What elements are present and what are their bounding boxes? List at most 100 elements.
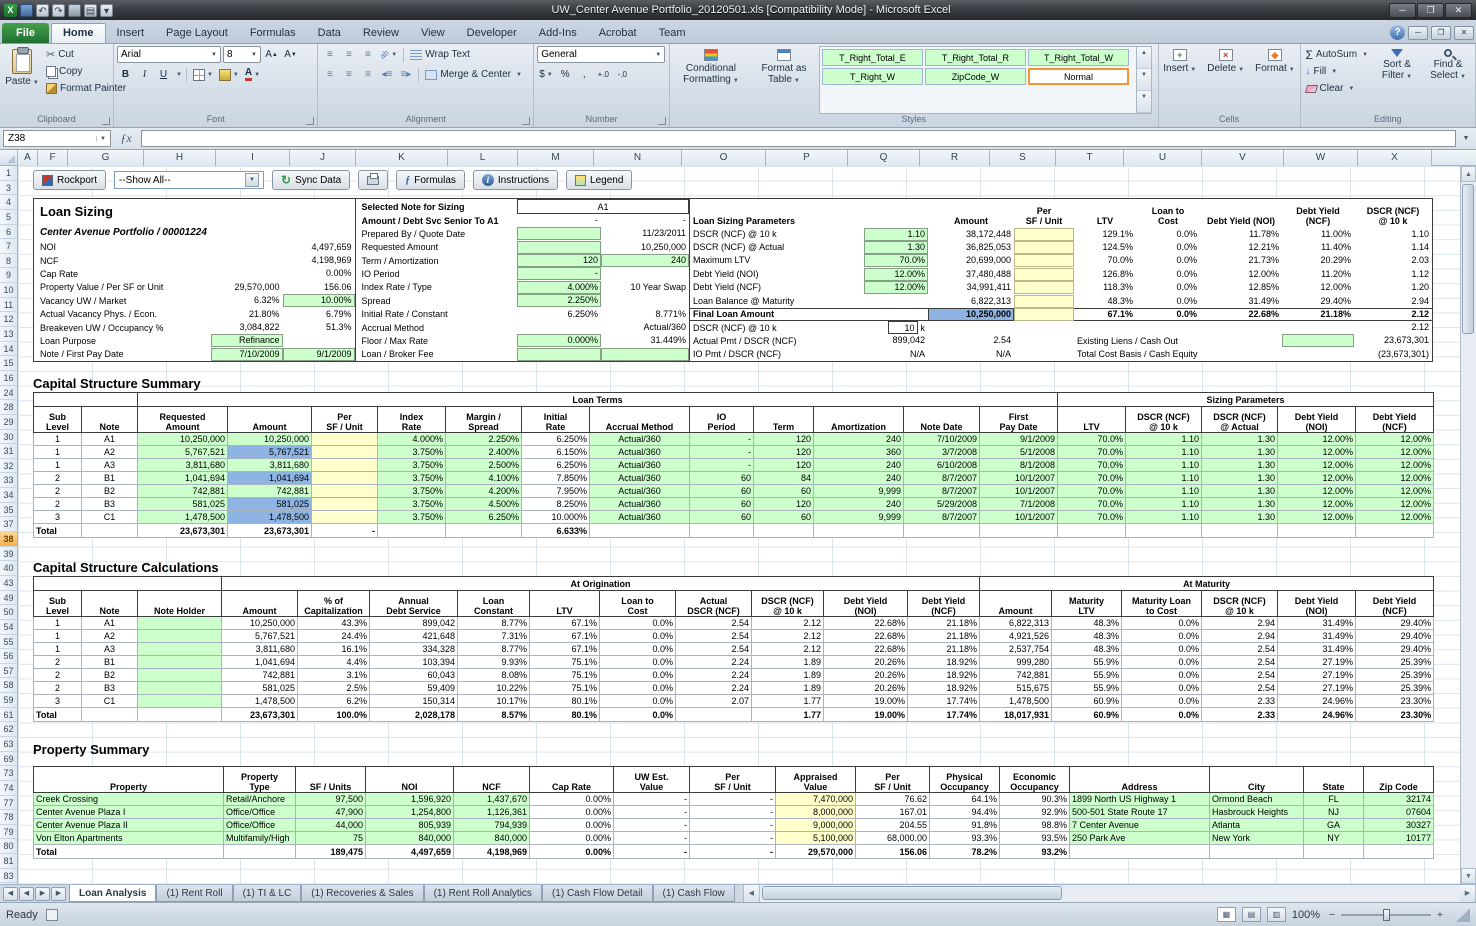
- scroll-down-icon[interactable]: ▼: [1461, 868, 1476, 884]
- cell[interactable]: 0.0%: [599, 642, 677, 656]
- cell[interactable]: 36,825,053: [928, 241, 1014, 254]
- cell[interactable]: 3.750%: [377, 458, 446, 472]
- cell[interactable]: 7/10/2009: [210, 347, 283, 361]
- cell[interactable]: 8/7/2007: [903, 471, 980, 485]
- cell[interactable]: 805,939: [365, 818, 454, 832]
- cell[interactable]: DSCR (NCF) @ 10 k: [690, 228, 864, 241]
- cell[interactable]: 11.20%: [1282, 268, 1354, 281]
- row-header-59[interactable]: 59: [0, 693, 17, 708]
- ribbon-tab-formulas[interactable]: Formulas: [239, 24, 307, 43]
- cell[interactable]: N/A: [864, 348, 928, 361]
- cell[interactable]: -: [517, 267, 601, 281]
- cell[interactable]: 124.5%: [1074, 241, 1136, 254]
- font-family-select[interactable]: Arial ▼: [117, 46, 221, 63]
- cell[interactable]: 12.00%: [1277, 432, 1357, 446]
- cell[interactable]: 1.30: [1201, 458, 1279, 472]
- cell[interactable]: 2: [33, 484, 82, 498]
- cell[interactable]: 1899 North US Highway 1: [1069, 792, 1210, 806]
- cell[interactable]: 1.12: [1354, 268, 1432, 281]
- cell[interactable]: Debt Yield (NOI): [690, 268, 864, 281]
- cell[interactable]: 3.750%: [377, 484, 446, 498]
- cell[interactable]: [311, 510, 378, 524]
- vertical-scrollbar[interactable]: ▲ ▼: [1460, 166, 1476, 884]
- sheet-tab-1-rent-roll-analytics[interactable]: (1) Rent Roll Analytics: [423, 885, 542, 902]
- row-header-1[interactable]: 1: [0, 166, 17, 181]
- cell[interactable]: 1,437,670: [453, 792, 530, 806]
- cell[interactable]: 742,881: [137, 484, 228, 498]
- ribbon-tab-add-ins[interactable]: Add-Ins: [528, 24, 588, 43]
- cell[interactable]: 12.00%: [1355, 458, 1435, 472]
- row-header-11[interactable]: 11: [0, 298, 17, 313]
- cell[interactable]: 4.4%: [297, 655, 371, 669]
- row-header-50[interactable]: 50: [0, 605, 17, 620]
- cell[interactable]: 2.94: [1354, 295, 1432, 308]
- cell[interactable]: [211, 267, 283, 280]
- align-top-button[interactable]: ≡: [321, 46, 338, 63]
- total-cell[interactable]: [1277, 523, 1357, 538]
- cell[interactable]: 12.00%: [1277, 458, 1357, 472]
- cell[interactable]: 12.00%: [1355, 445, 1435, 459]
- cell[interactable]: 10: [887, 321, 918, 335]
- cell[interactable]: B1: [81, 655, 138, 669]
- cell[interactable]: 1.30: [1201, 445, 1279, 459]
- cell[interactable]: 0.000%: [517, 334, 601, 348]
- cell[interactable]: 3.750%: [377, 510, 446, 524]
- row-header-3[interactable]: 3: [0, 181, 17, 196]
- font-size-select[interactable]: 8 ▼: [223, 46, 261, 63]
- cell[interactable]: 2.94: [1201, 629, 1279, 643]
- cell[interactable]: 10,250,000: [227, 432, 312, 446]
- cell[interactable]: [1014, 241, 1074, 255]
- row-header-9[interactable]: 9: [0, 268, 17, 284]
- cell[interactable]: 70.0%: [1057, 497, 1127, 511]
- cell[interactable]: [517, 321, 601, 334]
- cell[interactable]: 70.0%: [1057, 484, 1127, 498]
- previous-sheet-icon[interactable]: ◀: [19, 886, 34, 901]
- total-cell[interactable]: [978, 523, 1059, 538]
- cell[interactable]: Actual/360: [589, 458, 690, 472]
- cell[interactable]: 2.54: [1201, 681, 1279, 695]
- row-header-29[interactable]: 29: [0, 415, 17, 430]
- row-header-16[interactable]: 16: [0, 371, 17, 386]
- cell[interactable]: [601, 294, 689, 307]
- page-break-view-button[interactable]: ▥: [1266, 907, 1286, 922]
- cell-style-normal[interactable]: Normal: [1027, 68, 1129, 85]
- cell[interactable]: 76.62: [855, 792, 930, 806]
- cell[interactable]: 21.18%: [907, 616, 981, 630]
- cell[interactable]: 1,041,694: [221, 655, 299, 669]
- sheet-tab-1-recoveries-sales[interactable]: (1) Recoveries & Sales: [301, 885, 424, 902]
- cell[interactable]: 6.250%: [521, 432, 590, 446]
- cell[interactable]: 581,025: [221, 681, 299, 695]
- cell[interactable]: 3: [33, 510, 82, 524]
- cell[interactable]: 2.250%: [445, 432, 522, 446]
- cell[interactable]: [1014, 254, 1074, 268]
- align-right-button[interactable]: ≡: [359, 66, 376, 83]
- cell[interactable]: 0.00%: [529, 831, 614, 845]
- cell[interactable]: 25.39%: [1355, 681, 1435, 695]
- cell[interactable]: 11.78%: [1200, 228, 1282, 241]
- total-cell[interactable]: 23,673,301: [227, 523, 312, 538]
- cell[interactable]: 70.0%: [1057, 510, 1127, 524]
- cell[interactable]: 3.750%: [377, 445, 446, 459]
- total-cell[interactable]: [445, 523, 522, 538]
- cell[interactable]: 0.0%: [599, 694, 677, 708]
- total-cell[interactable]: [377, 523, 446, 538]
- column-header-g[interactable]: G: [68, 150, 144, 166]
- row-header-57[interactable]: 57: [0, 664, 17, 679]
- cell[interactable]: 84: [753, 471, 814, 485]
- cell[interactable]: 1.10: [1125, 484, 1203, 498]
- cell[interactable]: New York: [1209, 831, 1304, 845]
- column-header-k[interactable]: K: [356, 150, 448, 166]
- cell[interactable]: 70.0%: [1057, 432, 1127, 446]
- insert-cells-button[interactable]: + Insert ▼: [1159, 46, 1200, 114]
- total-cell[interactable]: 156.06: [855, 844, 930, 859]
- column-header-x[interactable]: X: [1358, 150, 1432, 166]
- formula-bar-expand-icon[interactable]: ▼: [1459, 135, 1473, 142]
- cell[interactable]: 67.1%: [529, 642, 601, 656]
- sort-filter-button[interactable]: Sort & Filter ▼: [1373, 46, 1421, 114]
- instructions-button[interactable]: i Instructions: [472, 170, 559, 190]
- align-bottom-button[interactable]: ≡: [359, 46, 376, 63]
- cell[interactable]: Loan Balance @ Maturity: [690, 295, 864, 308]
- cell[interactable]: 3/7/2008: [903, 445, 980, 459]
- cell[interactable]: 59,409: [369, 681, 459, 695]
- cell[interactable]: 0.00%: [529, 818, 614, 832]
